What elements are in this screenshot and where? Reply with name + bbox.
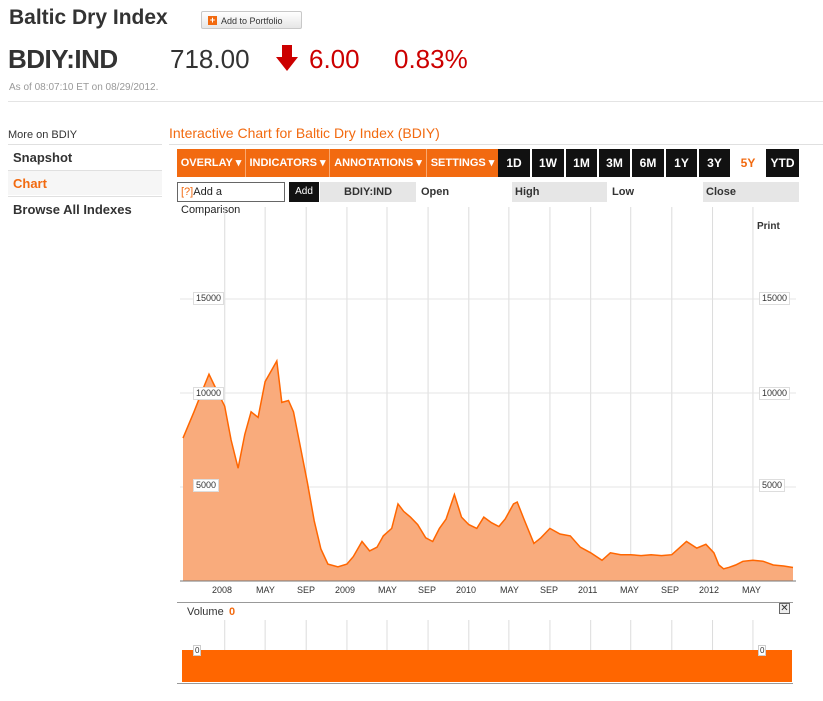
last-price: 718.00: [170, 44, 250, 74]
volume-value: 0: [229, 606, 236, 618]
sidebar-item-browse-all-indexes[interactable]: Browse All Indexes: [8, 196, 162, 221]
x-tick-label: 2011: [578, 585, 598, 595]
range-6m-button[interactable]: 6M: [632, 149, 664, 177]
range-1y-button[interactable]: 1Y: [666, 149, 697, 177]
x-tick-label: 2008: [212, 585, 233, 595]
x-tick-label: MAY: [620, 585, 639, 595]
symbol-field: BDIY:IND: [320, 182, 416, 202]
price-chart[interactable]: [180, 207, 796, 584]
close-field: Close: [703, 182, 799, 202]
y-tick-left-5000: 5000: [193, 479, 220, 492]
tab-indicators[interactable]: INDICATORS ▾: [246, 149, 330, 177]
add-to-portfolio-button[interactable]: + Add to Portfolio: [201, 11, 302, 29]
header-divider: [8, 101, 823, 102]
range-1d-button[interactable]: 1D: [498, 149, 530, 177]
sidebar-heading: More on BDIY: [8, 129, 78, 141]
tab-settings[interactable]: SETTINGS ▾: [427, 149, 498, 177]
x-tick-label: MAY: [742, 585, 761, 595]
ticker-symbol: BDIY:IND: [8, 44, 118, 74]
range-5y-button[interactable]: 5Y: [732, 149, 764, 177]
high-field: High: [512, 182, 607, 202]
y-tick-left-10000: 10000: [193, 387, 225, 400]
y-tick-right-5000: 5000: [759, 479, 786, 492]
close-icon[interactable]: ✕: [779, 603, 790, 614]
y-tick-right-15000: 15000: [759, 292, 791, 305]
sidebar-item-snapshot[interactable]: Snapshot: [8, 144, 162, 169]
open-field: Open: [421, 186, 450, 198]
x-tick-label: MAY: [378, 585, 397, 595]
x-tick-label: SEP: [661, 585, 680, 595]
x-tick-label: MAY: [256, 585, 275, 595]
comparison-input[interactable]: [?]Add a Comparison: [177, 182, 285, 216]
volume-label: Volume: [187, 606, 224, 618]
x-tick-label: SEP: [540, 585, 559, 595]
plus-icon: +: [208, 15, 217, 25]
range-ytd-button[interactable]: YTD: [766, 149, 799, 177]
y-tick-left-15000: 15000: [193, 292, 225, 305]
volume-axis-left: 0: [193, 645, 202, 656]
range-1w-button[interactable]: 1W: [532, 149, 564, 177]
as-of-timestamp: As of 08:07:10 ET on 08/29/2012.: [9, 82, 159, 93]
tab-annotations[interactable]: ANNOTATIONS ▾: [330, 149, 427, 177]
price-area: [183, 361, 793, 581]
range-1m-button[interactable]: 1M: [566, 149, 597, 177]
chart-title: Interactive Chart for Baltic Dry Index (…: [169, 125, 440, 141]
x-tick-label: 2009: [335, 585, 356, 595]
tab-overlay[interactable]: OVERLAY ▾: [177, 149, 246, 177]
add-comparison-button[interactable]: Add: [289, 182, 319, 202]
page-title: Baltic Dry Index: [9, 6, 168, 29]
y-tick-right-10000: 10000: [759, 387, 791, 400]
range-3m-button[interactable]: 3M: [599, 149, 630, 177]
range-3y-button[interactable]: 3Y: [699, 149, 730, 177]
x-tick-label: 2012: [699, 585, 720, 595]
price-change-percent: 0.83%: [394, 44, 468, 74]
volume-bottom-line: [177, 683, 793, 684]
volume-bars: [182, 650, 792, 682]
x-tick-label: 2010: [456, 585, 477, 595]
x-tick-label: SEP: [418, 585, 437, 595]
chart-title-divider: [169, 144, 823, 145]
volume-axis-right: 0: [758, 645, 767, 656]
x-tick-label: MAY: [500, 585, 519, 595]
print-link[interactable]: Print: [757, 221, 780, 232]
sidebar-item-chart[interactable]: Chart: [8, 170, 162, 195]
x-tick-label: SEP: [297, 585, 316, 595]
low-field: Low: [612, 186, 634, 198]
price-change: 6.00: [309, 44, 360, 74]
add-to-portfolio-label: Add to Portfolio: [221, 16, 283, 26]
down-arrow-icon: [276, 45, 298, 71]
help-icon[interactable]: [?]: [181, 186, 193, 198]
